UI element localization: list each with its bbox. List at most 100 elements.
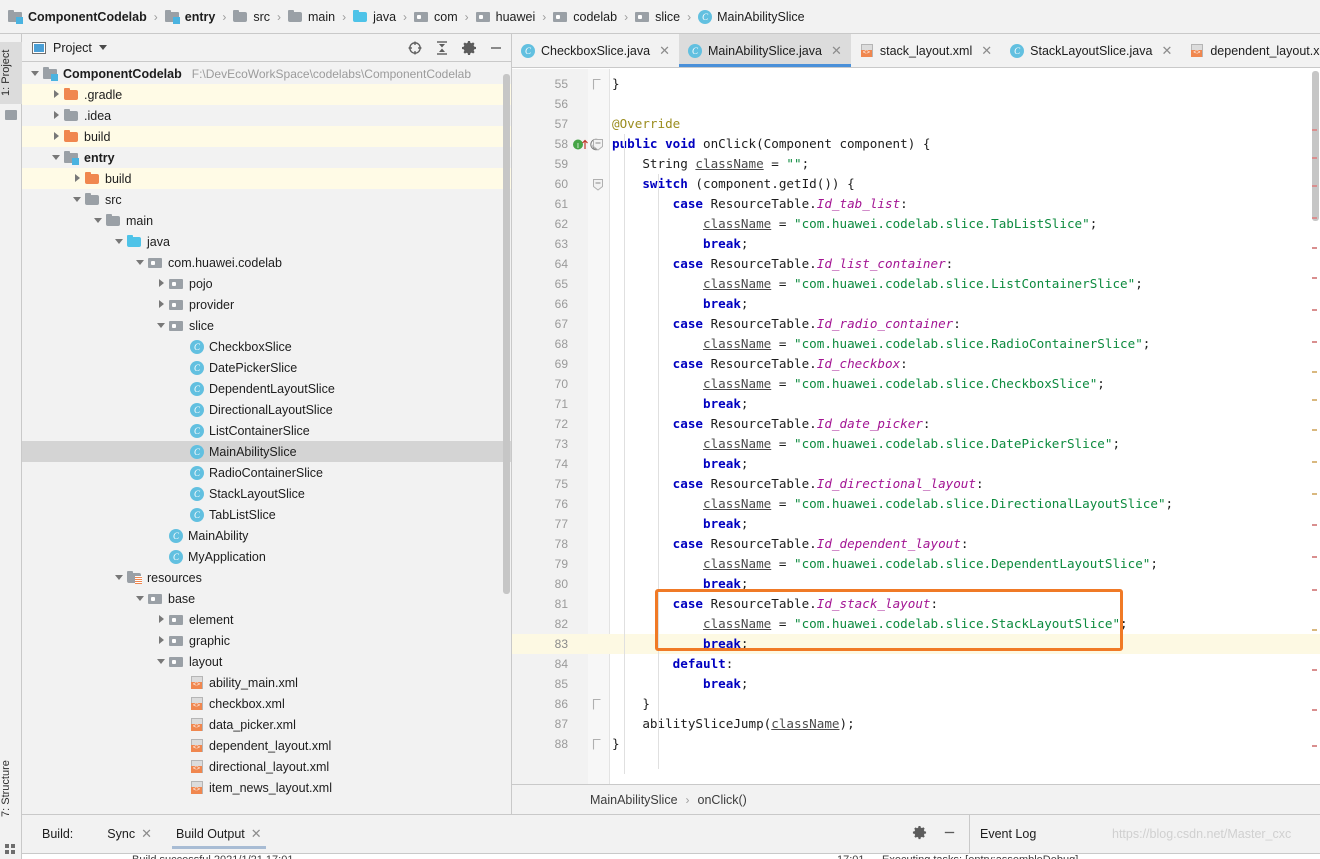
minimize-icon[interactable] bbox=[488, 40, 504, 56]
tree-node-entry[interactable]: entry bbox=[22, 147, 512, 168]
breadcrumb-item-main[interactable]: main bbox=[288, 0, 335, 33]
chevron-down-icon[interactable] bbox=[156, 320, 167, 331]
tree-node-element[interactable]: element bbox=[22, 609, 512, 630]
tree-node-checkboxslice[interactable]: C CheckboxSlice bbox=[22, 336, 512, 357]
code-line[interactable]: 75 case ResourceTable.Id_directional_lay… bbox=[512, 474, 1320, 494]
code-line[interactable]: 71 break; bbox=[512, 394, 1320, 414]
editor-tab-checkboxslice-java[interactable]: C CheckboxSlice.java ✕ bbox=[512, 34, 679, 67]
project-tree[interactable]: ComponentCodelab F:\DevEcoWorkSpace\codel… bbox=[22, 63, 512, 814]
code-line[interactable]: 70 className = "com.huawei.codelab.slice… bbox=[512, 374, 1320, 394]
bottom-tab-sync[interactable]: Sync ✕ bbox=[95, 815, 164, 853]
code-line[interactable]: 85 break; bbox=[512, 674, 1320, 694]
tree-node-ability-main-xml[interactable]: <> ability_main.xml bbox=[22, 672, 512, 693]
tree-node-myapplication[interactable]: C MyApplication bbox=[22, 546, 512, 567]
editor-tab-stack-layout-xml[interactable]: <> stack_layout.xml ✕ bbox=[850, 34, 1002, 67]
chevron-right-icon[interactable] bbox=[51, 131, 62, 142]
code-line[interactable]: 82 className = "com.huawei.codelab.slice… bbox=[512, 614, 1320, 634]
code-line[interactable]: 60 switch (component.getId()) { bbox=[512, 174, 1320, 194]
code-line[interactable]: 62 className = "com.huawei.codelab.slice… bbox=[512, 214, 1320, 234]
chevron-down-icon[interactable] bbox=[114, 236, 125, 247]
source-code[interactable]: 55}5657@Override58I@public void onClick(… bbox=[512, 69, 1320, 814]
tree-node-build[interactable]: build bbox=[22, 126, 512, 147]
tree-node-checkbox-xml[interactable]: <> checkbox.xml bbox=[22, 693, 512, 714]
breadcrumb-class[interactable]: MainAbilitySlice bbox=[590, 793, 678, 807]
code-line[interactable]: 80 break; bbox=[512, 574, 1320, 594]
breadcrumb-item-java[interactable]: java bbox=[353, 0, 396, 33]
tree-node-directional-layout-xml[interactable]: <> directional_layout.xml bbox=[22, 756, 512, 777]
tree-node-stacklayoutslice[interactable]: C StackLayoutSlice bbox=[22, 483, 512, 504]
tree-node-com-huawei-codelab[interactable]: com.huawei.codelab bbox=[22, 252, 512, 273]
code-line[interactable]: 83 break; bbox=[512, 634, 1320, 654]
tree-node-provider[interactable]: provider bbox=[22, 294, 512, 315]
chevron-down-icon[interactable] bbox=[114, 572, 125, 583]
chevron-right-icon[interactable] bbox=[156, 635, 167, 646]
tree-node-resources[interactable]: resources bbox=[22, 567, 512, 588]
code-line[interactable]: 73 className = "com.huawei.codelab.slice… bbox=[512, 434, 1320, 454]
breadcrumb-item-huawei[interactable]: huawei bbox=[475, 0, 535, 33]
tree-node-item-news-layout-xml[interactable]: <> item_news_layout.xml bbox=[22, 777, 512, 798]
code-line[interactable]: 69 case ResourceTable.Id_checkbox: bbox=[512, 354, 1320, 374]
code-line[interactable]: 65 className = "com.huawei.codelab.slice… bbox=[512, 274, 1320, 294]
chevron-right-icon[interactable] bbox=[72, 173, 83, 184]
code-line[interactable]: 66 break; bbox=[512, 294, 1320, 314]
tree-node-directionallayoutslice[interactable]: C DirectionalLayoutSlice bbox=[22, 399, 512, 420]
chevron-right-icon[interactable] bbox=[156, 614, 167, 625]
code-line[interactable]: 58I@public void onClick(Component compon… bbox=[512, 134, 1320, 154]
tree-node--gradle[interactable]: .gradle bbox=[22, 84, 512, 105]
tool-window-tab-project[interactable]: 1: Project bbox=[0, 42, 22, 104]
chevron-right-icon[interactable] bbox=[51, 89, 62, 100]
breadcrumb-item-entry[interactable]: entry bbox=[164, 0, 215, 33]
tree-node-listcontainerslice[interactable]: C ListContainerSlice bbox=[22, 420, 512, 441]
chevron-right-icon[interactable] bbox=[156, 278, 167, 289]
fold-end-icon[interactable] bbox=[592, 738, 604, 751]
editor-scrollbar[interactable] bbox=[1312, 71, 1319, 221]
chevron-down-icon[interactable] bbox=[98, 45, 107, 50]
bottom-tab-build-output[interactable]: Build Output ✕ bbox=[164, 815, 274, 853]
tree-node-datepickerslice[interactable]: C DatePickerSlice bbox=[22, 357, 512, 378]
chevron-down-icon[interactable] bbox=[156, 656, 167, 667]
tree-node-dependent-layout-xml[interactable]: <> dependent_layout.xml bbox=[22, 735, 512, 756]
chevron-down-icon[interactable] bbox=[72, 194, 83, 205]
tree-node-pojo[interactable]: pojo bbox=[22, 273, 512, 294]
breadcrumb-item-mainabilityslice[interactable]: C MainAbilitySlice bbox=[698, 0, 805, 33]
close-icon[interactable]: ✕ bbox=[1161, 43, 1172, 59]
fold-expand-icon[interactable] bbox=[592, 138, 604, 151]
chevron-down-icon[interactable] bbox=[135, 593, 146, 604]
breadcrumb-item-src[interactable]: src bbox=[233, 0, 270, 33]
code-line[interactable]: 86 } bbox=[512, 694, 1320, 714]
code-area[interactable]: 55}5657@Override58I@public void onClick(… bbox=[512, 69, 1320, 814]
tree-node-build[interactable]: build bbox=[22, 168, 512, 189]
tree-node-mainabilityslice[interactable]: C MainAbilitySlice bbox=[22, 441, 512, 462]
close-icon[interactable]: ✕ bbox=[831, 43, 842, 59]
code-line[interactable]: 63 break; bbox=[512, 234, 1320, 254]
breadcrumb-item-codelab[interactable]: codelab bbox=[553, 0, 617, 33]
build-minimize-icon[interactable] bbox=[942, 825, 958, 841]
tree-node--idea[interactable]: .idea bbox=[22, 105, 512, 126]
close-icon[interactable]: ✕ bbox=[251, 826, 262, 842]
code-line[interactable]: 84 default: bbox=[512, 654, 1320, 674]
code-line[interactable]: 68 className = "com.huawei.codelab.slice… bbox=[512, 334, 1320, 354]
code-line[interactable]: 67 case ResourceTable.Id_radio_container… bbox=[512, 314, 1320, 334]
close-icon[interactable]: ✕ bbox=[141, 826, 152, 842]
code-line[interactable]: 64 case ResourceTable.Id_list_container: bbox=[512, 254, 1320, 274]
tree-node-mainability[interactable]: C MainAbility bbox=[22, 525, 512, 546]
fold-end-icon[interactable] bbox=[592, 698, 604, 711]
chevron-down-icon[interactable] bbox=[30, 68, 41, 79]
code-line[interactable]: 76 className = "com.huawei.codelab.slice… bbox=[512, 494, 1320, 514]
tool-window-tab-structure[interactable]: 7: Structure bbox=[0, 749, 22, 829]
build-settings-gear-icon[interactable] bbox=[912, 825, 928, 841]
editor-tab-dependent-layout-xml[interactable]: <>dependent_layout.xml✕ bbox=[1181, 34, 1320, 67]
project-tree-scrollbar[interactable] bbox=[503, 74, 510, 594]
code-line[interactable]: 79 className = "com.huawei.codelab.slice… bbox=[512, 554, 1320, 574]
event-log-tab[interactable]: Event Log bbox=[980, 815, 1036, 853]
tree-node-tablistslice[interactable]: C TabListSlice bbox=[22, 504, 512, 525]
tree-node-dependentlayoutslice[interactable]: C DependentLayoutSlice bbox=[22, 378, 512, 399]
tree-node-data-picker-xml[interactable]: <> data_picker.xml bbox=[22, 714, 512, 735]
fold-expand-icon[interactable] bbox=[592, 178, 604, 191]
code-line[interactable]: 81 case ResourceTable.Id_stack_layout: bbox=[512, 594, 1320, 614]
code-line[interactable]: 59 String className = ""; bbox=[512, 154, 1320, 174]
code-line[interactable]: 57 @Override bbox=[512, 114, 1320, 134]
code-line[interactable]: 61 case ResourceTable.Id_tab_list: bbox=[512, 194, 1320, 214]
tree-node-graphic[interactable]: graphic bbox=[22, 630, 512, 651]
close-icon[interactable]: ✕ bbox=[981, 43, 992, 59]
